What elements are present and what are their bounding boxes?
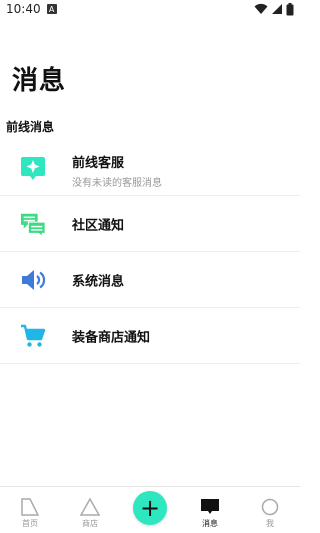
customer-service-icon — [20, 155, 46, 181]
add-button[interactable]: + — [133, 491, 167, 525]
home-icon — [21, 498, 40, 516]
item-title: 前线客服 — [72, 156, 125, 171]
signal-icon — [272, 4, 282, 14]
store-triangle-icon — [80, 498, 100, 516]
message-icon — [201, 499, 219, 514]
item-subtitle: 没有未读的客服消息 — [72, 178, 162, 189]
status-bar: 10:40 A — [0, 0, 300, 18]
nav-label: 消息 — [202, 519, 218, 528]
nav-label: 我 — [266, 519, 274, 528]
list-item-system[interactable]: 系统消息 — [0, 252, 300, 308]
notification-icon: A — [46, 4, 57, 14]
list-item-customer-service[interactable]: 前线客服 没有未读的客服消息 — [0, 140, 300, 196]
page-title: 消息 — [12, 66, 67, 96]
item-title: 系统消息 — [72, 274, 125, 289]
profile-circle-icon — [261, 498, 279, 516]
list-item-community[interactable]: 社区通知 — [0, 196, 300, 252]
shopping-cart-icon — [20, 323, 46, 349]
nav-messages[interactable]: 消息 — [180, 489, 240, 533]
nav-label: 首页 — [22, 519, 38, 528]
battery-icon — [286, 2, 294, 15]
nav-label: 商店 — [82, 519, 98, 528]
clock: 10:40 — [6, 2, 41, 16]
item-title: 装备商店通知 — [72, 330, 151, 345]
wifi-icon — [254, 3, 268, 15]
section-title: 前线消息 — [6, 120, 55, 134]
message-list: 前线客服 没有未读的客服消息 社区通知 系统消息 装备商店通知 — [0, 140, 300, 364]
nav-store[interactable]: 商店 — [60, 489, 120, 533]
speaker-icon — [20, 267, 46, 293]
nav-home[interactable]: 首页 — [0, 489, 60, 533]
list-item-store[interactable]: 装备商店通知 — [0, 308, 300, 364]
nav-profile[interactable]: 我 — [240, 489, 300, 533]
item-title: 社区通知 — [72, 218, 125, 233]
chat-bubbles-icon — [20, 211, 46, 237]
